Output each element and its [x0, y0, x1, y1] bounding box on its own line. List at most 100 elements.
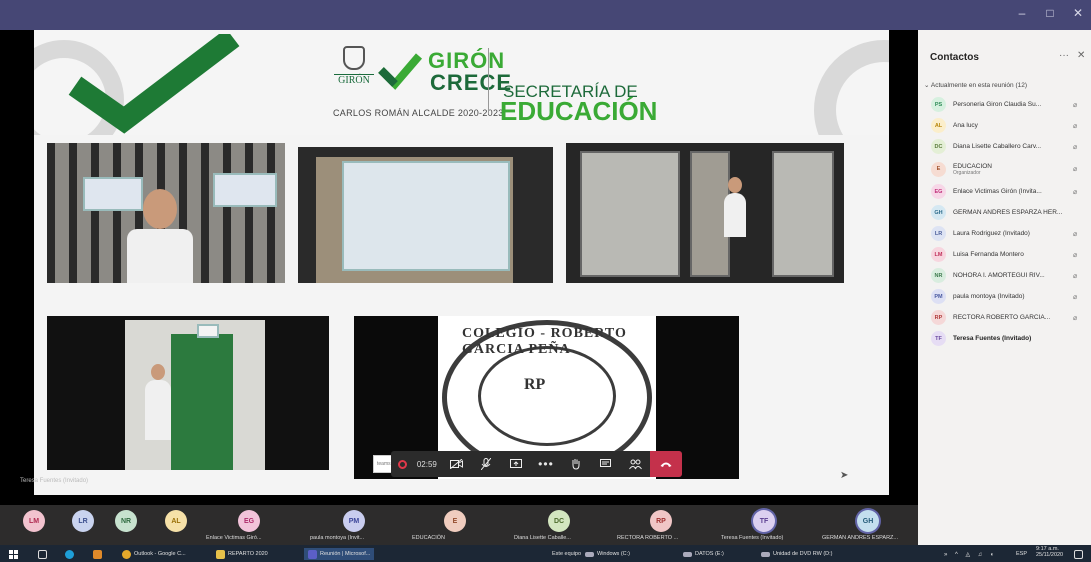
drive-dvd-d[interactable]: Unidad de DVD RW (D:)	[761, 548, 833, 560]
notifications-button[interactable]	[1074, 548, 1086, 560]
seal-text: COLEGIO - ROBERTO GARCIA PEÑA	[462, 326, 627, 357]
drive-este-equipo[interactable]: Este equipo	[552, 548, 581, 560]
taskbar-clock[interactable]: 9:17 a.m. 25/11/2020	[1036, 546, 1063, 562]
chat-button[interactable]	[591, 451, 621, 477]
participant-avatar[interactable]: AL	[165, 510, 187, 532]
taskbar-teams-reunion[interactable]: Reunión | Microsof...	[304, 548, 375, 560]
decorative-ring	[814, 40, 889, 135]
participant-row[interactable]: DC Diana Lisette Caballero Carv... ⌀	[918, 136, 1091, 157]
windows-taskbar: Outlook - Google C... REPARTO 2020 Reuni…	[0, 545, 1091, 562]
mic-off-button[interactable]	[472, 451, 502, 477]
participant-row[interactable]: GH GERMAN ANDRES ESPARZA HER...	[918, 202, 1091, 223]
participant-row[interactable]: PM paula montoya (Invitado) ⌀	[918, 286, 1091, 307]
participant-avatar[interactable]: RP	[650, 510, 672, 532]
camera-off-button[interactable]	[442, 451, 472, 477]
drive-icon	[585, 551, 594, 557]
restore-button[interactable]: □	[1043, 6, 1057, 20]
participant-name: NOHORA I. AMORTEGUI RIV...	[953, 272, 1073, 279]
in-meeting-section-header[interactable]: ⌄ Actualmente en esta reunión (12)	[924, 81, 1027, 89]
participant-avatar[interactable]: LM	[23, 510, 45, 532]
language-indicator[interactable]: ESP	[1016, 548, 1027, 560]
participant-row[interactable]: NR NOHORA I. AMORTEGUI RIV... ⌀	[918, 265, 1091, 286]
task-view-icon	[38, 549, 47, 559]
taskbar-outlook-chrome[interactable]: Outlook - Google C...	[122, 548, 186, 560]
header-divider	[488, 48, 489, 114]
educacion-title: EDUCACIÓN	[500, 96, 658, 126]
mic-muted-icon: ⌀	[1073, 314, 1078, 322]
participant-name-text: paula montoya (Invitado)	[953, 293, 1025, 300]
task-view-button[interactable]	[38, 548, 50, 560]
dvd-drive-icon	[761, 551, 770, 557]
system-tray[interactable]: » ^ ◬ ♫ ◖	[944, 548, 997, 560]
participant-avatar[interactable]: DC	[548, 510, 570, 532]
participant-name-text: EDUCACIÓN	[953, 162, 993, 170]
active-speaker-label: Teresa Fuentes (Invitado)	[20, 478, 89, 484]
panel-close-button[interactable]: ✕	[1077, 50, 1085, 61]
participant-name: Personeria Giron Claudia Su...	[953, 101, 1073, 108]
participants-icon	[628, 459, 642, 469]
edge-button[interactable]	[65, 548, 77, 560]
green-check-graphic	[68, 34, 240, 134]
drive-windows-c[interactable]: Windows (C:)	[585, 548, 630, 560]
meeting-controls-bar: 02:59 •••	[391, 451, 682, 477]
participant-avatar[interactable]: EG	[238, 510, 260, 532]
mic-muted-icon: ⌀	[1073, 166, 1078, 173]
participant-name: paula montoya (Invitado)	[953, 293, 1073, 300]
participant-avatar[interactable]: NR	[115, 510, 137, 532]
avatar: E	[931, 161, 946, 177]
coat-of-arms-icon	[343, 46, 365, 70]
avatar: AL	[931, 118, 946, 133]
participant-name: Laura Rodriguez (Invitado)	[953, 230, 1073, 237]
participant-name: Enlace Victimas Girón (Invita...	[953, 188, 1073, 195]
start-button[interactable]	[9, 548, 18, 560]
raise-hand-button[interactable]	[561, 451, 591, 477]
windows-logo-icon	[9, 549, 18, 559]
raise-hand-icon	[572, 459, 580, 470]
photos-button[interactable]	[93, 548, 105, 560]
participant-avatar[interactable]: GH	[857, 510, 879, 532]
teams-meeting-window: – □ ✕ GIRÓN GIRÓN CRECE CARLOS ROMÁN ALC…	[0, 0, 1091, 562]
participant-row[interactable]: EG Enlace Victimas Girón (Invita... ⌀	[918, 181, 1091, 202]
leave-call-button[interactable]	[650, 451, 682, 477]
mic-muted-icon: ⌀	[1073, 143, 1078, 151]
participant-row[interactable]: LR Laura Rodriguez (Invitado) ⌀	[918, 223, 1091, 244]
participant-avatar[interactable]: LR	[72, 510, 94, 532]
participant-name-text: Teresa Fuentes (Invitado)	[953, 335, 1032, 342]
participant-avatar[interactable]: E	[444, 510, 466, 532]
participant-name-text: Enlace Victimas Girón (Invita...	[953, 188, 1042, 195]
participant-avatar[interactable]: PM	[343, 510, 365, 532]
avatar: EG	[931, 184, 946, 199]
participant-row[interactable]: RP RECTORA ROBERTO GARCIA... ⌀	[918, 307, 1091, 328]
participant-name: EDUCACIÓN Organizador	[953, 163, 1073, 176]
participant-row[interactable]: TF Teresa Fuentes (Invitado)	[918, 328, 1091, 349]
share-screen-button[interactable]	[501, 451, 531, 477]
participant-name-text: RECTORA ROBERTO GARCIA...	[953, 314, 1051, 321]
mic-muted-icon: ⌀	[1073, 230, 1078, 238]
participant-name-text: Luisa Fernanda Montero	[953, 251, 1024, 258]
participant-row[interactable]: LM Luisa Fernanda Montero ⌀	[918, 244, 1091, 265]
participant-strip-label: Teresa Fuentes (Invitado)	[721, 535, 784, 541]
participant-row[interactable]: PS Personeria Giron Claudia Su... ⌀	[918, 94, 1091, 115]
camera-off-icon	[450, 459, 464, 469]
brand-crece: CRECE	[430, 70, 513, 95]
close-button[interactable]: ✕	[1071, 6, 1085, 20]
participant-name-text: NOHORA I. AMORTEGUI RIV...	[953, 272, 1045, 279]
participant-name: Luisa Fernanda Montero	[953, 251, 1073, 258]
tray-icons: » ^ ◬ ♫ ◖	[944, 551, 997, 558]
contacts-panel: Contactos ··· ✕ ⌄ Actualmente en esta re…	[918, 30, 1091, 545]
participants-strip: LM LR NR AL EG Enlace Victimas Giró... PM paula…	[0, 505, 918, 545]
participant-avatar[interactable]: TF	[753, 510, 775, 532]
participant-row[interactable]: AL Ana lucy ⌀	[918, 115, 1091, 136]
participant-row[interactable]: E EDUCACIÓN Organizador ⌀	[918, 157, 1091, 181]
panel-more-options-button[interactable]: ···	[1059, 50, 1069, 61]
mic-muted-icon: ⌀	[1073, 251, 1078, 259]
photo-woman-at-door	[566, 143, 844, 283]
minimize-button[interactable]: –	[1015, 6, 1029, 20]
participants-button[interactable]	[620, 451, 650, 477]
recording-indicator-icon	[398, 459, 407, 469]
drive-datos-e[interactable]: DATOS (E:)	[683, 548, 724, 560]
taskbar-reparto[interactable]: REPARTO 2020	[216, 548, 268, 560]
more-actions-button[interactable]: •••	[531, 451, 561, 477]
participant-name-text: Personeria Giron Claudia Su...	[953, 101, 1042, 108]
participant-strip-label: GERMAN ANDRES ESPARZ...	[822, 535, 898, 541]
